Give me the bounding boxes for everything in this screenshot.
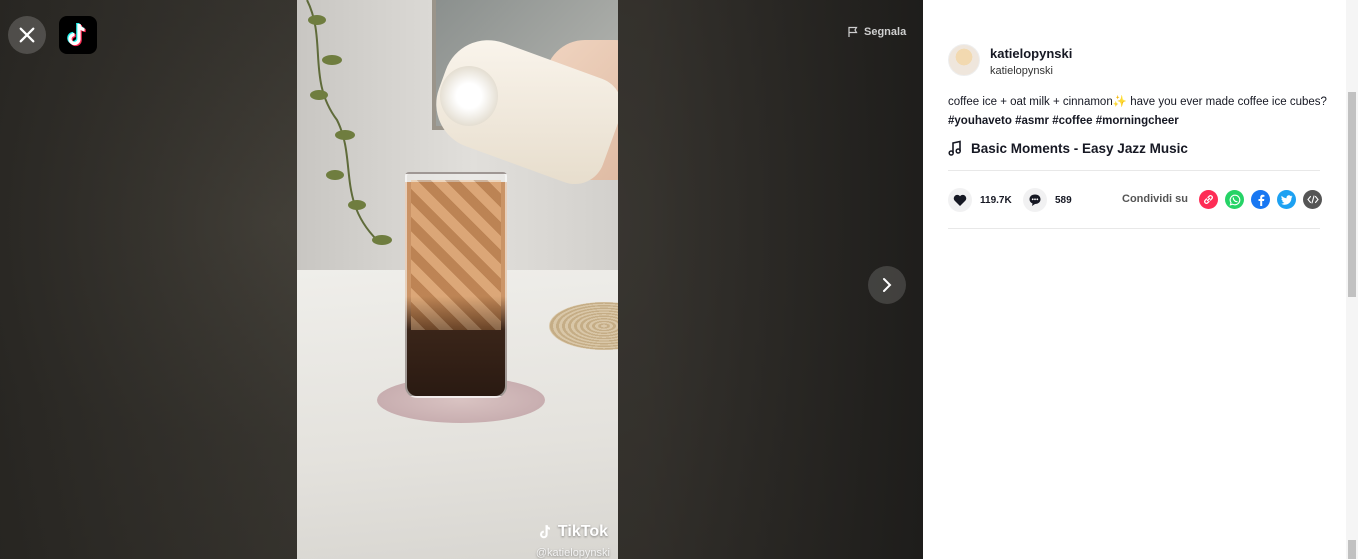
report-button[interactable]: Segnala xyxy=(847,26,906,38)
share-link-button[interactable] xyxy=(1199,190,1218,209)
comment-icon xyxy=(1029,194,1041,206)
hashtag-link[interactable]: #coffee xyxy=(1052,115,1092,127)
hashtag-link[interactable]: #morningcheer xyxy=(1096,115,1179,127)
hashtag-link[interactable]: #youhaveto xyxy=(948,115,1012,127)
music-note-icon xyxy=(948,140,961,156)
avatar[interactable] xyxy=(948,44,980,76)
share-twitter-button[interactable] xyxy=(1277,190,1296,209)
video-player[interactable]: TikTok @katielopynski xyxy=(297,0,618,559)
share-label: Condividi su xyxy=(1122,193,1188,205)
video-stage: TikTok @katielopynski Segnala xyxy=(0,0,923,559)
like-button[interactable] xyxy=(948,188,972,212)
divider xyxy=(948,170,1320,171)
embed-icon xyxy=(1306,195,1319,204)
heart-icon xyxy=(953,194,967,206)
watermark-handle: @katielopynski xyxy=(535,547,610,559)
like-stat: 119.7K xyxy=(948,188,1012,212)
video-watermark: TikTok xyxy=(538,523,608,541)
facebook-icon xyxy=(1258,194,1264,206)
video-frame-bottle-neck xyxy=(440,66,498,126)
comment-count: 589 xyxy=(1055,194,1072,206)
scrollbar-thumb-lower[interactable] xyxy=(1348,540,1356,559)
tiktok-logo[interactable] xyxy=(59,16,97,54)
share-facebook-button[interactable] xyxy=(1251,190,1270,209)
hashtag-link[interactable]: #asmr xyxy=(1015,115,1049,127)
description-text: coffee ice + oat milk + cinnamon✨ have y… xyxy=(948,96,1327,108)
author-name[interactable]: katielopynski xyxy=(990,46,1072,61)
tiktok-icon xyxy=(67,22,86,47)
report-label: Segnala xyxy=(864,26,907,38)
comment-button[interactable] xyxy=(1023,188,1047,212)
chevron-right-icon xyxy=(883,278,892,292)
whatsapp-icon xyxy=(1229,194,1240,206)
close-button[interactable] xyxy=(8,16,46,54)
plant-graphic xyxy=(306,0,392,245)
watermark-brand: TikTok xyxy=(557,523,608,540)
music-title: Basic Moments - Easy Jazz Music xyxy=(971,140,1188,156)
share-embed-button[interactable] xyxy=(1303,190,1322,209)
video-frame-ice-cubes xyxy=(411,180,501,330)
detail-panel: katielopynski katielopynski coffee ice +… xyxy=(923,0,1358,559)
music-link[interactable]: Basic Moments - Easy Jazz Music xyxy=(948,140,1188,156)
close-icon xyxy=(19,27,35,43)
twitter-icon xyxy=(1280,194,1292,205)
link-icon xyxy=(1204,195,1213,204)
tiktok-watermark-icon xyxy=(539,525,551,539)
comment-stat: 589 xyxy=(1023,188,1072,212)
next-video-button[interactable] xyxy=(868,266,906,304)
flag-icon xyxy=(848,26,858,37)
like-count: 119.7K xyxy=(980,194,1012,206)
divider xyxy=(948,228,1320,229)
author-nickname[interactable]: katielopynski xyxy=(990,65,1053,77)
share-whatsapp-button[interactable] xyxy=(1225,190,1244,209)
scrollbar-thumb[interactable] xyxy=(1348,92,1356,297)
video-description: coffee ice + oat milk + cinnamon✨ have y… xyxy=(948,93,1333,131)
